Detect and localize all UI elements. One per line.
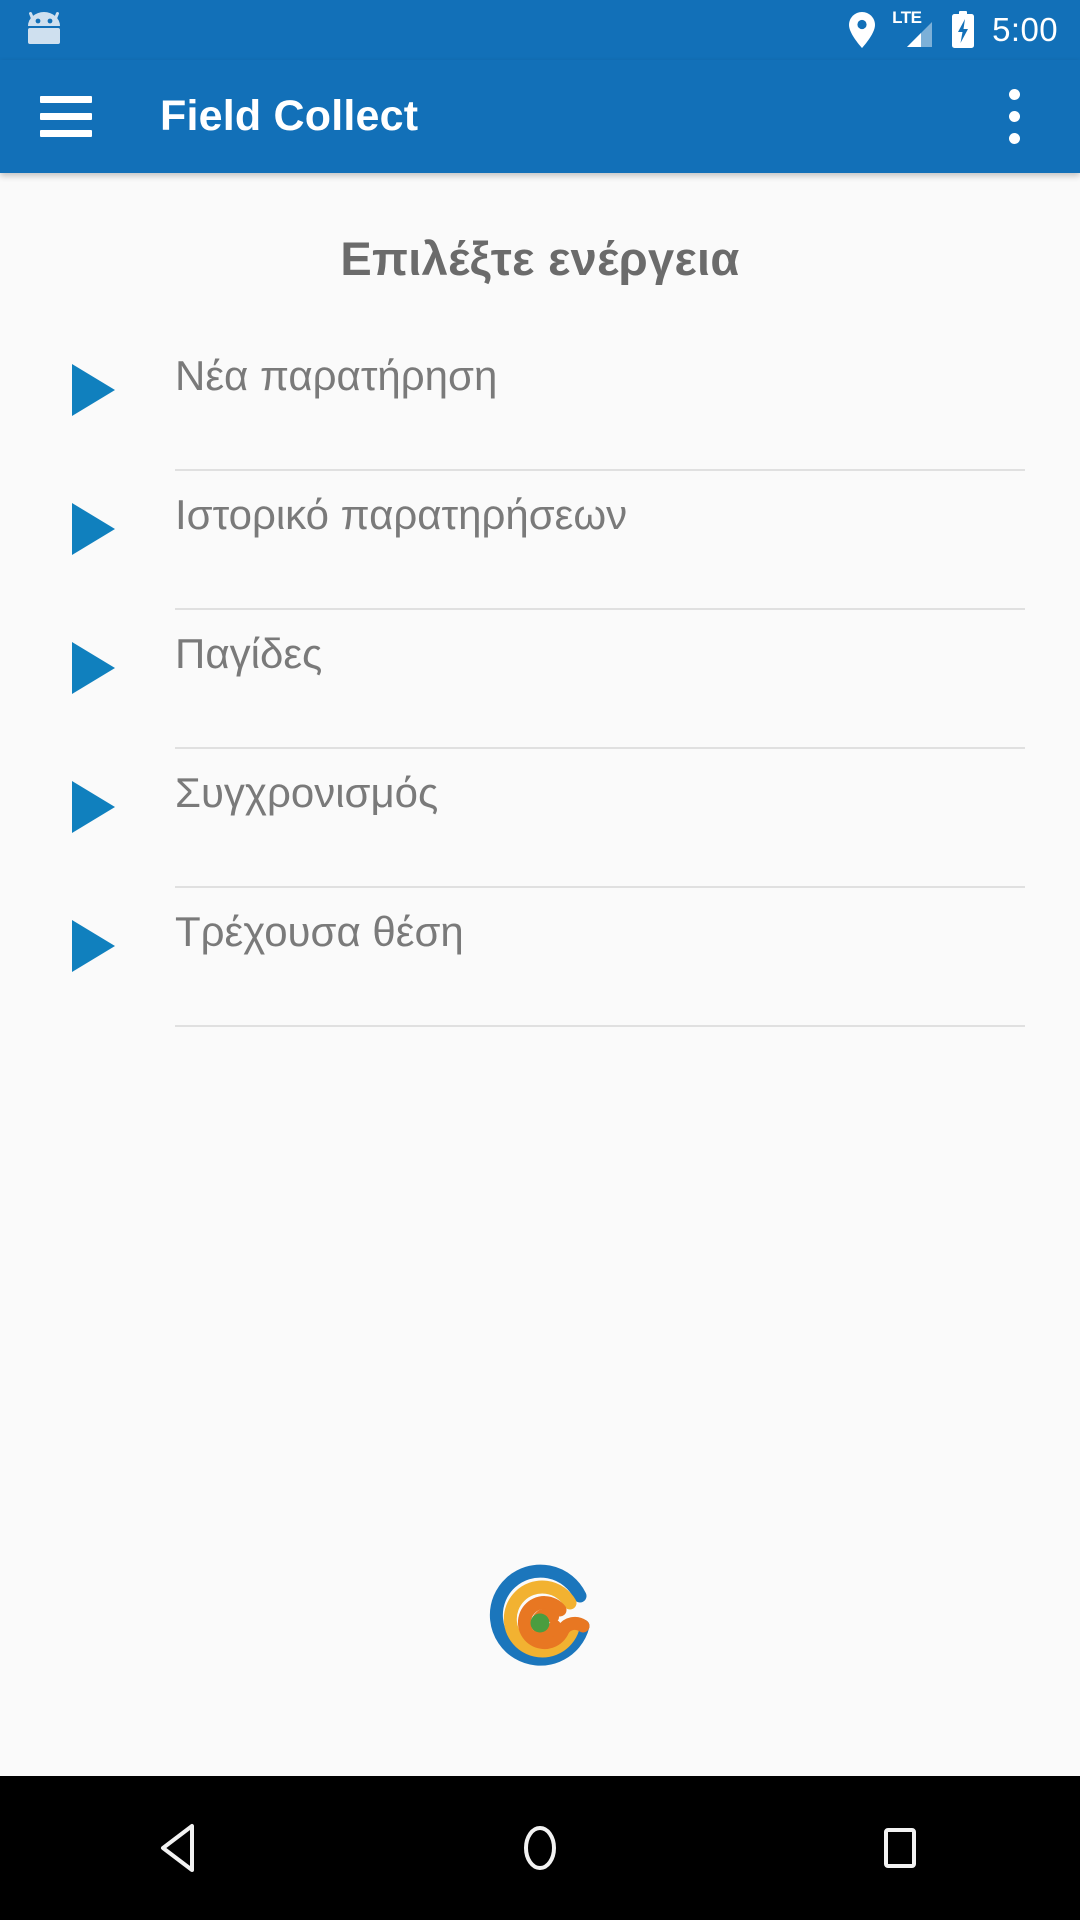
- status-bar-left: [22, 10, 66, 50]
- action-item-body: Ιστορικό παρατηρήσεων: [175, 471, 1080, 610]
- status-bar: LTE 5:00: [0, 0, 1080, 60]
- app-logo: [0, 1562, 1080, 1684]
- triangle-shape: [72, 920, 115, 972]
- action-item-label: Ιστορικό παρατηρήσεων: [175, 491, 628, 538]
- hamburger-menu-icon[interactable]: [40, 89, 96, 145]
- back-triangle-icon[interactable]: [105, 1776, 255, 1920]
- action-item-body: Τρέχουσα θέση: [175, 888, 1080, 1027]
- location-pin-icon: [848, 11, 876, 49]
- home-circle-icon[interactable]: [465, 1776, 615, 1920]
- action-item-label: Παγίδες: [175, 630, 323, 677]
- action-list: Νέα παρατήρηση Ιστορικό παρατηρήσεων Παγ…: [0, 332, 1080, 1027]
- hamburger-bar: [40, 96, 92, 103]
- triangle-shape: [72, 364, 115, 416]
- android-robot-icon: [22, 10, 66, 50]
- list-divider: [175, 1025, 1025, 1027]
- action-item-current-position[interactable]: Τρέχουσα θέση: [0, 888, 1080, 1027]
- play-triangle-icon: [0, 888, 175, 972]
- triangle-shape: [72, 503, 115, 555]
- play-triangle-icon: [0, 749, 175, 833]
- action-item-label: Τρέχουσα θέση: [175, 908, 464, 955]
- action-item-traps[interactable]: Παγίδες: [0, 610, 1080, 749]
- recents-square-icon[interactable]: [825, 1776, 975, 1920]
- page-title: Επιλέξτε ενέργεια: [340, 232, 740, 285]
- phone-screen: LTE 5:00 Field Collect Επιλέξτε ενέργεια…: [0, 0, 1080, 1920]
- battery-charging-icon: [950, 11, 976, 49]
- action-item-label: Νέα παρατήρηση: [175, 352, 498, 399]
- status-bar-right: LTE 5:00: [848, 9, 1058, 49]
- app-title: Field Collect: [160, 92, 419, 140]
- action-item-body: Συγχρονισμός: [175, 749, 1080, 888]
- hamburger-bar: [40, 130, 92, 137]
- status-bar-clock: 5:00: [992, 10, 1058, 48]
- action-item-synchronization[interactable]: Συγχρονισμός: [0, 749, 1080, 888]
- action-item-label: Συγχρονισμός: [175, 769, 439, 816]
- play-triangle-icon: [0, 332, 175, 416]
- triangle-shape: [72, 781, 115, 833]
- more-vert-icon[interactable]: [984, 77, 1044, 157]
- action-item-body: Νέα παρατήρηση: [175, 332, 1080, 471]
- app-bar: Field Collect: [0, 60, 1080, 173]
- play-triangle-icon: [0, 471, 175, 555]
- play-triangle-icon: [0, 610, 175, 694]
- action-item-observation-history[interactable]: Ιστορικό παρατηρήσεων: [0, 471, 1080, 610]
- overflow-dot: [1008, 89, 1020, 100]
- signal-bars-icon: LTE: [892, 9, 934, 49]
- android-nav-bar: [0, 1776, 1080, 1920]
- action-item-body: Παγίδες: [175, 610, 1080, 749]
- overflow-dot: [1008, 133, 1020, 144]
- spiral-logo-icon: [489, 1564, 590, 1666]
- hamburger-bar: [40, 113, 92, 120]
- main-content: Επιλέξτε ενέργεια Νέα παρατήρηση Ιστορικ…: [0, 173, 1080, 1776]
- action-item-new-observation[interactable]: Νέα παρατήρηση: [0, 332, 1080, 471]
- logo-center-dot: [530, 1613, 550, 1633]
- overflow-dot: [1008, 111, 1020, 122]
- triangle-shape: [72, 642, 115, 694]
